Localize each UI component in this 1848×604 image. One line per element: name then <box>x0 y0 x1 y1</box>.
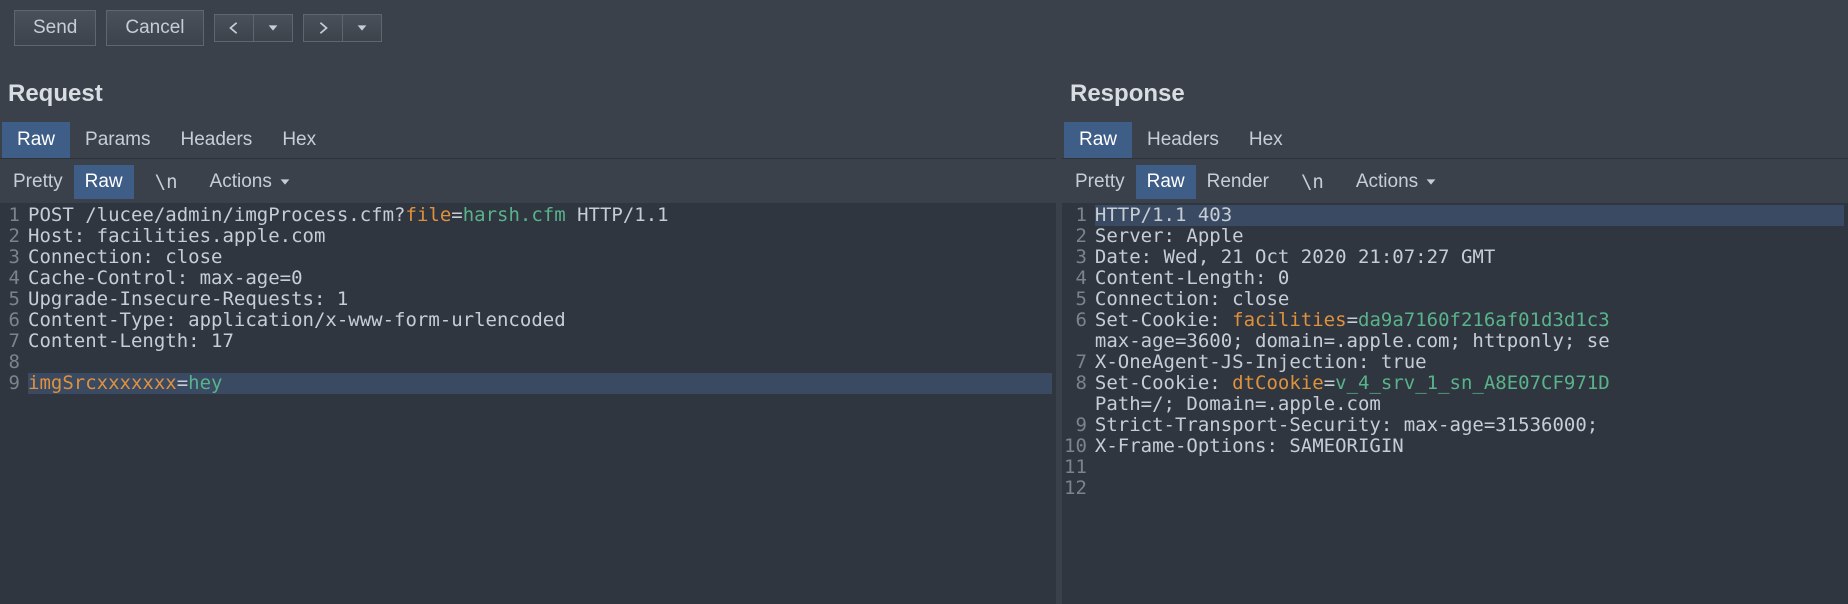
response-tabs: RawHeadersHex <box>1062 122 1848 159</box>
cancel-button[interactable]: Cancel <box>106 10 203 46</box>
response-title: Response <box>1062 56 1848 122</box>
tab-headers[interactable]: Headers <box>1132 122 1234 158</box>
code-area[interactable]: POST /lucee/admin/imgProcess.cfm?file=ha… <box>26 203 1056 604</box>
code-line[interactable]: Connection: close <box>28 247 1052 268</box>
caret-down-icon <box>266 21 280 35</box>
view-render[interactable]: Render <box>1196 165 1280 199</box>
code-line[interactable]: Content-Length: 0 <box>1095 268 1844 289</box>
send-button[interactable]: Send <box>14 10 96 46</box>
code-line[interactable]: Content-Type: application/x-www-form-url… <box>28 310 1052 331</box>
tab-raw[interactable]: Raw <box>2 122 70 158</box>
code-line[interactable]: Path=/; Domain=.apple.com <box>1095 394 1844 415</box>
tab-headers[interactable]: Headers <box>165 122 267 158</box>
response-actions-menu[interactable]: Actions <box>1345 165 1449 199</box>
code-line[interactable] <box>28 352 1052 373</box>
code-line[interactable]: Connection: close <box>1095 289 1844 310</box>
code-line[interactable]: POST /lucee/admin/imgProcess.cfm?file=ha… <box>28 205 1052 226</box>
code-line[interactable]: Set-Cookie: facilities=da9a7160f216af01d… <box>1095 310 1844 331</box>
response-panel: Response RawHeadersHex PrettyRawRender \… <box>1062 56 1848 604</box>
history-back-group <box>214 14 293 42</box>
tab-raw[interactable]: Raw <box>1064 122 1132 158</box>
toggle-newlines-button[interactable]: \n <box>144 165 189 199</box>
actions-label: Actions <box>1356 171 1418 193</box>
top-toolbar: Send Cancel <box>0 0 1848 56</box>
code-line[interactable]: Cache-Control: max-age=0 <box>28 268 1052 289</box>
code-line[interactable]: Set-Cookie: dtCookie=v_4_srv_1_sn_A8E07C… <box>1095 373 1844 394</box>
view-pretty[interactable]: Pretty <box>2 165 74 199</box>
request-tabs: RawParamsHeadersHex <box>0 122 1056 159</box>
tab-params[interactable]: Params <box>70 122 165 158</box>
code-line[interactable] <box>1095 457 1844 478</box>
view-raw[interactable]: Raw <box>74 165 134 199</box>
history-back-dropdown[interactable] <box>254 14 293 42</box>
request-subtabs: PrettyRaw \n Actions <box>0 165 1056 199</box>
caret-down-icon <box>1424 175 1438 189</box>
code-line[interactable]: X-Frame-Options: SAMEORIGIN <box>1095 436 1844 457</box>
request-panel: Request RawParamsHeadersHex PrettyRaw \n… <box>0 56 1062 604</box>
history-forward-button[interactable] <box>303 14 343 42</box>
code-line[interactable]: X-OneAgent-JS-Injection: true <box>1095 352 1844 373</box>
code-area[interactable]: HTTP/1.1 403Server: AppleDate: Wed, 21 O… <box>1093 203 1848 604</box>
history-forward-group <box>303 14 382 42</box>
code-line[interactable]: Host: facilities.apple.com <box>28 226 1052 247</box>
code-line[interactable]: Server: Apple <box>1095 226 1844 247</box>
history-forward-dropdown[interactable] <box>343 14 382 42</box>
request-title: Request <box>0 56 1056 122</box>
caret-down-icon <box>355 21 369 35</box>
response-editor[interactable]: 123456789101112HTTP/1.1 403Server: Apple… <box>1062 203 1848 604</box>
code-line[interactable]: imgSrcxxxxxxx=hey <box>28 373 1052 394</box>
view-raw[interactable]: Raw <box>1136 165 1196 199</box>
actions-label: Actions <box>210 171 272 193</box>
request-actions-menu[interactable]: Actions <box>199 165 303 199</box>
caret-down-icon <box>278 175 292 189</box>
response-subtabs: PrettyRawRender \n Actions <box>1062 165 1848 199</box>
code-line[interactable]: Upgrade-Insecure-Requests: 1 <box>28 289 1052 310</box>
code-line[interactable]: Content-Length: 17 <box>28 331 1052 352</box>
code-line[interactable]: Strict-Transport-Security: max-age=31536… <box>1095 415 1844 436</box>
line-gutter: 123456789101112 <box>1062 203 1093 604</box>
request-editor[interactable]: 123456789POST /lucee/admin/imgProcess.cf… <box>0 203 1056 604</box>
view-pretty[interactable]: Pretty <box>1064 165 1136 199</box>
history-back-button[interactable] <box>214 14 254 42</box>
chevron-left-icon <box>227 21 241 35</box>
code-line[interactable]: max-age=3600; domain=.apple.com; httponl… <box>1095 331 1844 352</box>
code-line[interactable]: Date: Wed, 21 Oct 2020 21:07:27 GMT <box>1095 247 1844 268</box>
code-line[interactable]: HTTP/1.1 403 <box>1095 205 1844 226</box>
toggle-newlines-button[interactable]: \n <box>1290 165 1335 199</box>
code-line[interactable] <box>1095 478 1844 499</box>
line-gutter: 123456789 <box>0 203 26 604</box>
chevron-right-icon <box>316 21 330 35</box>
tab-hex[interactable]: Hex <box>267 122 331 158</box>
tab-hex[interactable]: Hex <box>1234 122 1298 158</box>
